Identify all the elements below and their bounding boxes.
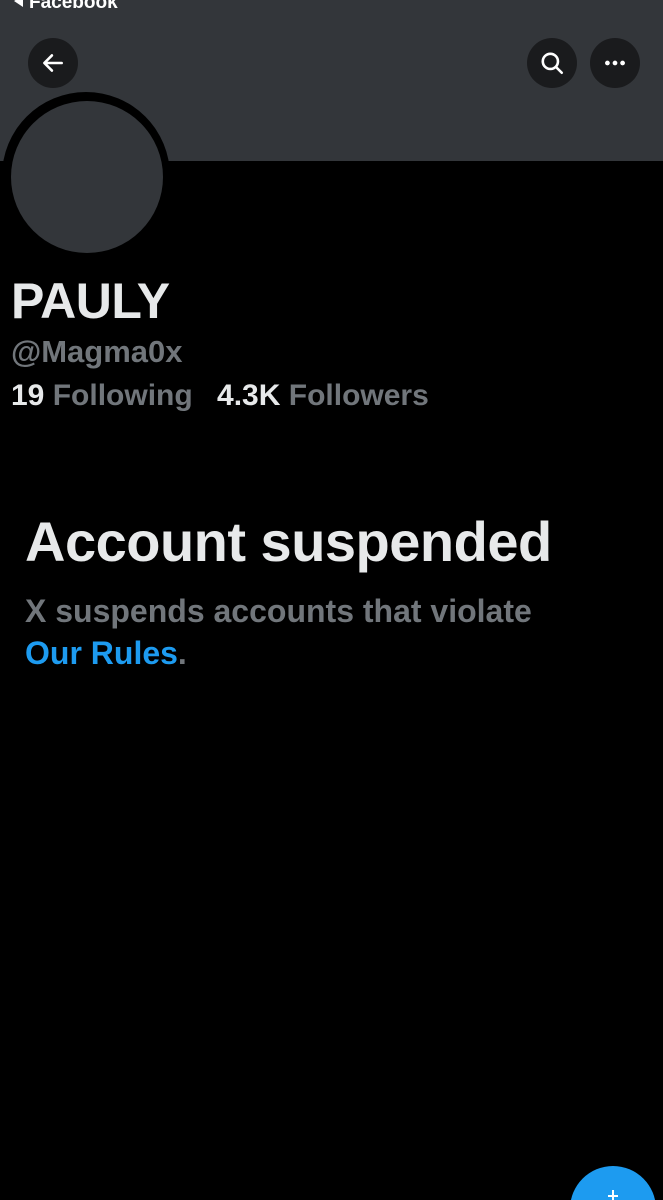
plus-icon — [608, 1190, 618, 1200]
following-count: 19 — [11, 379, 45, 412]
back-button[interactable] — [28, 38, 78, 88]
followers-stat[interactable]: 4.3K Followers — [217, 377, 429, 415]
more-horizontal-icon — [605, 60, 625, 66]
suspension-description: X suspends accounts that violate Our Rul… — [25, 590, 645, 674]
profile-stats: 19 Following 4.3K Followers — [11, 377, 429, 415]
following-label: Following — [52, 379, 193, 412]
arrow-left-icon — [43, 54, 63, 72]
status-bar-back-link[interactable]: Facebook — [14, 0, 118, 14]
search-icon — [541, 52, 564, 75]
search-button[interactable] — [527, 38, 577, 88]
more-options-button[interactable] — [590, 38, 640, 88]
display-name: PAULY — [11, 273, 170, 329]
status-bar-back-label: Facebook — [29, 0, 118, 13]
avatar[interactable] — [11, 101, 163, 253]
back-triangle-icon — [14, 0, 23, 7]
profile-page: Facebook PAULY @Magma0x 19 Following 4.3… — [0, 0, 663, 1200]
following-stat[interactable]: 19 Following — [11, 377, 193, 415]
followers-count: 4.3K — [217, 379, 281, 412]
user-handle: @Magma0x — [11, 334, 183, 369]
suspension-title: Account suspended — [25, 510, 552, 573]
suspension-description-period: . — [177, 635, 187, 671]
our-rules-link[interactable]: Our Rules — [25, 635, 178, 671]
suspension-description-text: X suspends accounts that violate — [25, 593, 532, 629]
compose-fab-button[interactable] — [570, 1166, 656, 1200]
followers-label: Followers — [288, 379, 429, 412]
